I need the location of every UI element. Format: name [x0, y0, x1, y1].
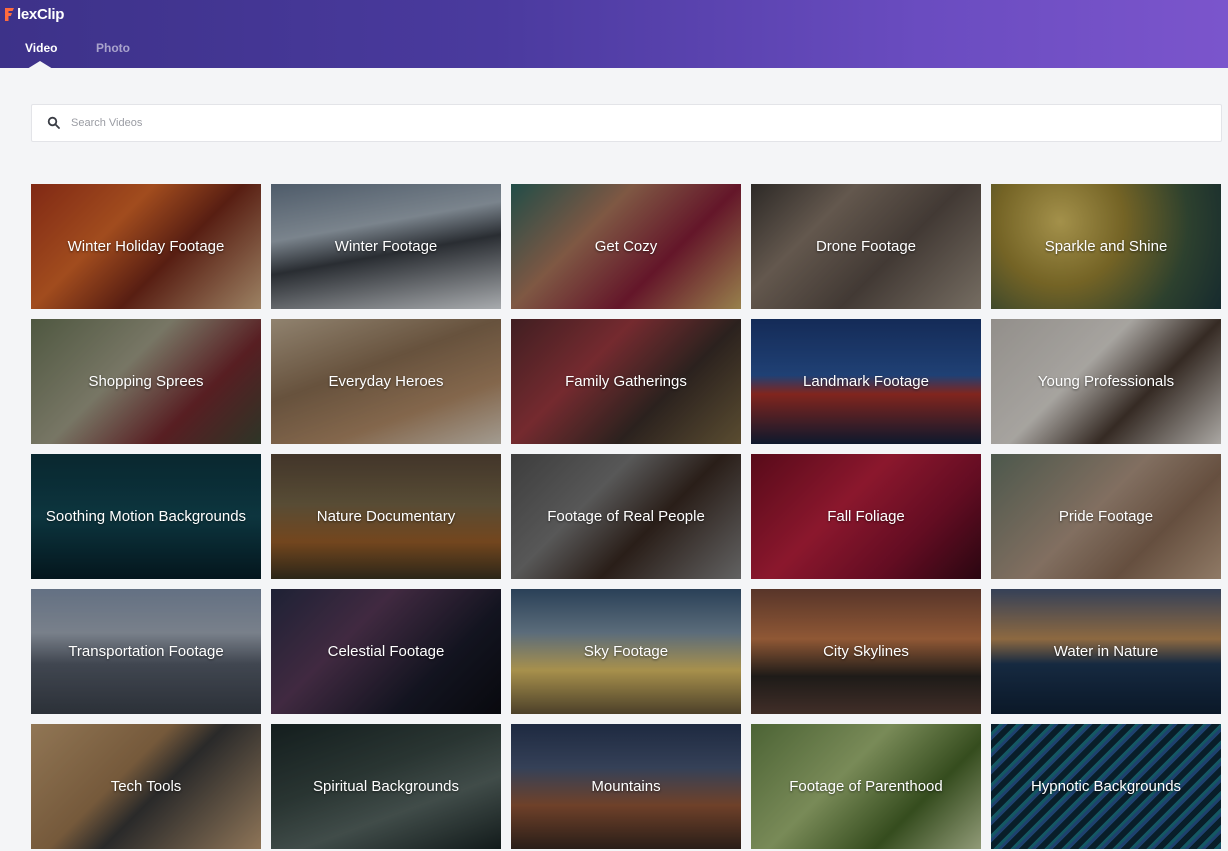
category-card[interactable]: Fall Foliage: [751, 454, 981, 579]
category-card[interactable]: Sky Footage: [511, 589, 741, 714]
category-card-label: City Skylines: [823, 643, 909, 660]
category-card[interactable]: Water in Nature: [991, 589, 1221, 714]
category-card-label: Drone Footage: [815, 238, 917, 255]
category-card-label: Nature Documentary: [316, 508, 456, 525]
category-card[interactable]: Footage of Real People: [511, 454, 741, 579]
category-card-label: Water in Nature: [1053, 643, 1159, 660]
category-card[interactable]: Everyday Heroes: [271, 319, 501, 444]
tab-photo[interactable]: Photo: [96, 36, 130, 68]
category-card-label: Mountains: [591, 778, 661, 795]
top-header: lexClip Video Photo: [0, 0, 1228, 69]
category-card[interactable]: Drone Footage: [751, 184, 981, 309]
category-card-label: Get Cozy: [594, 238, 658, 255]
category-card-label: Sky Footage: [583, 643, 669, 660]
category-card-label: Winter Footage: [334, 238, 438, 255]
category-grid: Winter Holiday Footage Winter Footage Get …: [31, 184, 1222, 849]
flexclip-logo-icon: [5, 8, 14, 21]
category-card-label: Sparkle and Shine: [1044, 238, 1168, 255]
category-card[interactable]: Shopping Sprees: [31, 319, 261, 444]
category-card-label: Tech Tools: [110, 778, 182, 795]
category-card-label: Hypnotic Backgrounds: [1030, 778, 1182, 795]
category-card-label: Everyday Heroes: [328, 373, 444, 390]
category-card[interactable]: Winter Holiday Footage: [31, 184, 261, 309]
category-card-label: Soothing Motion Backgrounds: [45, 508, 247, 525]
category-card-label: Landmark Footage: [803, 373, 929, 390]
category-card[interactable]: Mountains: [511, 724, 741, 849]
search-icon: [47, 116, 60, 129]
search-bar[interactable]: [31, 104, 1222, 142]
category-card-label: Shopping Sprees: [88, 373, 204, 390]
category-card[interactable]: Sparkle and Shine: [991, 184, 1221, 309]
category-card[interactable]: Pride Footage: [991, 454, 1221, 579]
category-card[interactable]: Footage of Parenthood: [751, 724, 981, 849]
category-card-label: Transportation Footage: [68, 643, 224, 660]
category-card-label: Winter Holiday Footage: [67, 238, 225, 255]
category-card[interactable]: Soothing Motion Backgrounds: [31, 454, 261, 579]
category-card[interactable]: City Skylines: [751, 589, 981, 714]
category-card[interactable]: Celestial Footage: [271, 589, 501, 714]
category-card[interactable]: Transportation Footage: [31, 589, 261, 714]
category-card[interactable]: Get Cozy: [511, 184, 741, 309]
search-input[interactable]: [71, 108, 1221, 138]
category-card-label: Celestial Footage: [327, 643, 445, 660]
flexclip-logo[interactable]: lexClip: [4, 5, 64, 23]
category-card[interactable]: Landmark Footage: [751, 319, 981, 444]
category-card[interactable]: Family Gatherings: [511, 319, 741, 444]
logo-text: lexClip: [17, 5, 65, 23]
category-card[interactable]: Winter Footage: [271, 184, 501, 309]
category-card-label: Footage of Real People: [547, 508, 705, 525]
category-card-label: Young Professionals: [1037, 373, 1175, 390]
category-card-label: Family Gatherings: [565, 373, 687, 390]
category-card[interactable]: Spiritual Backgrounds: [271, 724, 501, 849]
active-tab-indicator: [27, 61, 53, 69]
category-card[interactable]: Tech Tools: [31, 724, 261, 849]
category-card-label: Fall Foliage: [827, 508, 905, 525]
category-card[interactable]: Nature Documentary: [271, 454, 501, 579]
category-card[interactable]: Young Professionals: [991, 319, 1221, 444]
category-card-label: Pride Footage: [1058, 508, 1154, 525]
category-card-label: Footage of Parenthood: [789, 778, 943, 795]
category-card-label: Spiritual Backgrounds: [313, 778, 459, 795]
category-card[interactable]: Hypnotic Backgrounds: [991, 724, 1221, 849]
